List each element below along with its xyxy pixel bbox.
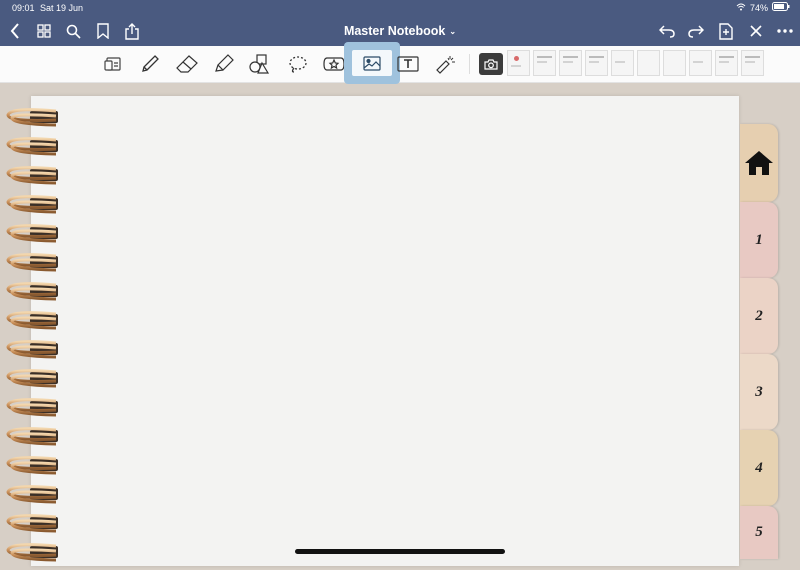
image-tool-button[interactable] [344,42,400,84]
notebook-title[interactable]: Master Notebook ⌄ [0,24,800,38]
home-icon [745,151,773,175]
camera-icon[interactable] [479,53,503,75]
add-page-icon[interactable] [716,21,736,41]
tab-label-2: 2 [755,307,763,324]
status-time: 09:01 [12,3,35,13]
lasso-icon[interactable] [286,52,310,76]
chevron-down-icon: ⌄ [449,27,457,37]
status-date: Sat 19 Jun [40,3,84,13]
thumbnail[interactable] [507,50,530,76]
spiral-binding [0,105,62,570]
sticker-icon[interactable] [322,52,346,76]
tab-label-3: 3 [755,383,763,400]
battery-icon [772,2,790,13]
toolbar-divider [469,54,470,74]
tool-bar [0,42,800,84]
tab-section-5[interactable]: 5 [740,506,778,559]
tab-section-4[interactable]: 4 [740,430,778,506]
image-icon [352,50,392,76]
navigation-bar: Master Notebook ⌄ [0,16,800,46]
thumbnail[interactable] [715,50,738,76]
pen-icon[interactable] [138,52,162,76]
thumbnail[interactable] [741,50,764,76]
thumbnail[interactable] [689,50,712,76]
wifi-icon [736,3,746,13]
tab-home[interactable] [740,124,778,202]
status-bar: 09:01 Sat 19 Jun 74% [0,0,800,16]
tab-label-1: 1 [755,231,763,248]
laser-pointer-icon[interactable] [433,52,457,76]
undo-icon[interactable] [657,21,677,41]
highlighter-icon[interactable] [212,52,236,76]
tab-section-1[interactable]: 1 [740,202,778,278]
thumbnail[interactable] [585,50,608,76]
tab-label-5: 5 [755,524,763,540]
home-indicator[interactable] [295,549,505,554]
thumbnail[interactable] [533,50,556,76]
status-indicators: 74% [736,2,790,13]
close-icon[interactable] [746,21,766,41]
redo-icon[interactable] [686,21,706,41]
spiral-rings-graphic [6,108,60,562]
thumbnail[interactable] [611,50,634,76]
eraser-icon[interactable] [175,52,199,76]
tab-section-3[interactable]: 3 [740,354,778,430]
read-mode-icon[interactable] [101,52,125,76]
shapes-icon[interactable] [248,52,272,76]
thumbnail[interactable] [559,50,582,76]
tab-label-4: 4 [755,459,763,476]
thumbnail[interactable] [663,50,686,76]
notebook-title-text: Master Notebook [343,24,446,38]
text-icon[interactable] [396,52,420,76]
tab-section-2[interactable]: 2 [740,278,778,354]
thumbnail[interactable] [637,50,660,76]
more-icon[interactable] [775,21,795,41]
notebook-page[interactable] [31,96,739,566]
battery-percent: 74% [749,2,768,13]
recent-stickers-strip [507,50,764,76]
